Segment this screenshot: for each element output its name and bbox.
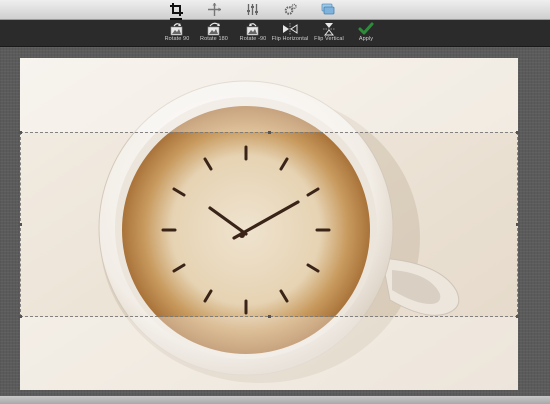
gears-icon <box>284 3 297 15</box>
crop-mask-bottom <box>20 317 518 390</box>
crop-handle-left[interactable] <box>19 223 22 226</box>
crop-handle-bottom-left[interactable] <box>19 315 22 318</box>
effects-tab[interactable] <box>280 1 300 18</box>
sliders-icon <box>246 4 258 15</box>
apply-button[interactable]: Apply <box>338 22 394 46</box>
crop-handle-top-left[interactable] <box>19 131 22 134</box>
crop-handle-top-right[interactable] <box>516 131 519 134</box>
transform-tab[interactable] <box>204 1 224 18</box>
layers-icon <box>321 3 335 15</box>
crop-handle-top[interactable] <box>268 131 271 134</box>
flip-horizontal-icon <box>283 23 298 35</box>
flip-vertical-icon <box>323 23 335 36</box>
crop-handle-bottom[interactable] <box>268 315 271 318</box>
crop-mask-top <box>20 58 518 132</box>
crop-tab[interactable] <box>166 1 186 20</box>
apply-label: Apply <box>358 36 374 42</box>
adjust-tab[interactable] <box>242 1 262 18</box>
crop-handle-bottom-right[interactable] <box>516 315 519 318</box>
crop-toolbar: Rotate 90 Rotate 180 Rotate -90 Flip Hor… <box>0 20 550 47</box>
overlay-tab[interactable] <box>318 1 338 18</box>
mode-tabs-bar <box>0 0 550 20</box>
rotate-180-icon <box>207 22 220 36</box>
move-icon <box>207 3 221 16</box>
rotate-minus-90-icon <box>246 23 259 36</box>
checkmark-icon <box>358 22 374 35</box>
rotate-90-icon <box>170 23 183 36</box>
crop-selection[interactable] <box>19 131 519 318</box>
crop-handle-right[interactable] <box>516 223 519 226</box>
bottom-bar <box>0 396 550 404</box>
crop-icon <box>169 3 183 16</box>
